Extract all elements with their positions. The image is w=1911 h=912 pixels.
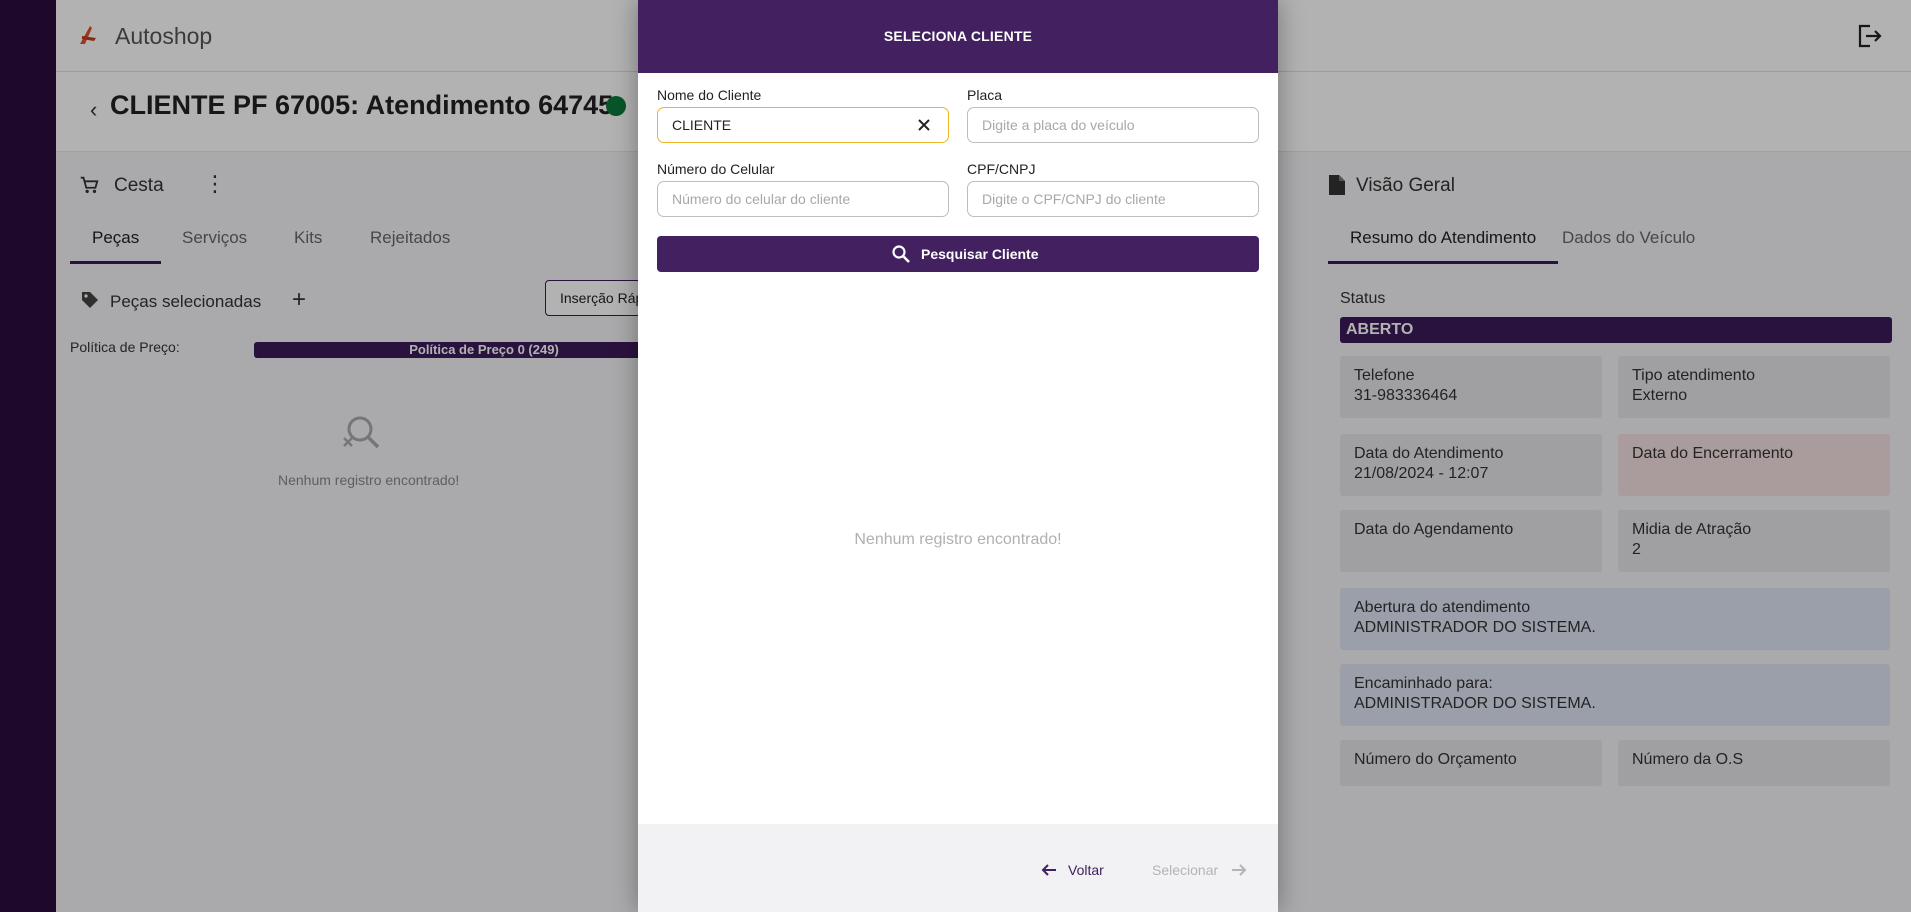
modal-footer: Voltar Selecionar: [638, 824, 1278, 912]
client-name-label: Nome do Cliente: [657, 87, 762, 103]
phone-label: Número do Celular: [657, 161, 775, 177]
phone-field: [657, 181, 949, 217]
select-client-modal: SELECIONA CLIENTE Nome do Cliente Placa …: [638, 0, 1278, 912]
modal-title: SELECIONA CLIENTE: [883, 28, 1033, 44]
plate-label: Placa: [967, 87, 1003, 103]
client-name-field: [657, 107, 949, 143]
plate-field: [967, 107, 1259, 143]
search-client-label: Pesquisar Cliente: [921, 246, 1039, 262]
modal-header: SELECIONA CLIENTE: [638, 0, 1278, 73]
phone-input[interactable]: [672, 182, 902, 216]
search-icon: [892, 245, 910, 263]
select-button-label: Selecionar: [1152, 862, 1219, 878]
arrow-left-icon: [1041, 864, 1056, 876]
plate-input[interactable]: [982, 108, 1212, 142]
cpf-cnpj-input[interactable]: [982, 182, 1212, 216]
search-client-button[interactable]: Pesquisar Cliente: [657, 236, 1259, 272]
cpf-cnpj-label: CPF/CNPJ: [967, 161, 1036, 177]
clear-icon[interactable]: [916, 117, 932, 133]
arrow-right-icon: [1232, 864, 1247, 876]
back-button-label: Voltar: [1068, 862, 1104, 878]
cpf-cnpj-field: [967, 181, 1259, 217]
results-empty-text: Nenhum registro encontrado!: [854, 531, 1062, 548]
client-name-input[interactable]: [672, 108, 902, 142]
